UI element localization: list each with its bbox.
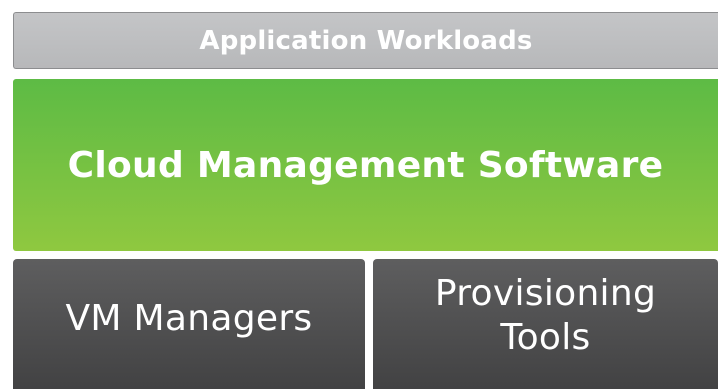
vm-managers-label: VM Managers bbox=[65, 298, 313, 339]
provisioning-tools-box: Provisioning Tools bbox=[373, 259, 718, 389]
application-workloads-layer: Application Workloads bbox=[13, 12, 718, 69]
provisioning-tools-label: Provisioning Tools bbox=[435, 272, 656, 376]
provisioning-tools-line2: Tools bbox=[500, 317, 591, 358]
cloud-management-software-layer: Cloud Management Software bbox=[13, 79, 718, 251]
cloud-management-software-label: Cloud Management Software bbox=[67, 144, 664, 186]
vm-managers-box: VM Managers bbox=[13, 259, 365, 389]
application-workloads-label: Application Workloads bbox=[199, 25, 533, 56]
